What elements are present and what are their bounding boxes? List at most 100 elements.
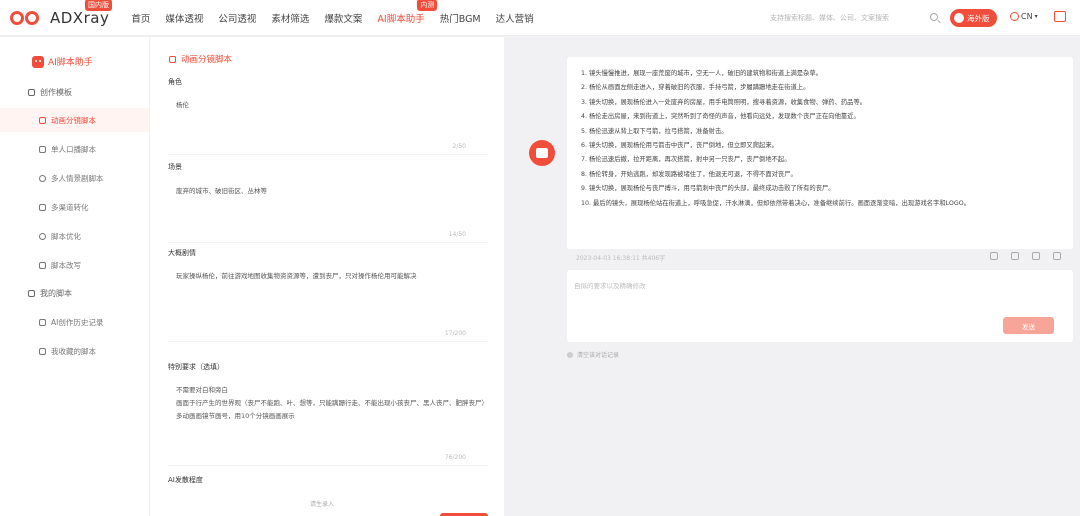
response-actions [990, 252, 1061, 260]
form-title-label: 动画分镜脚本 [181, 55, 233, 65]
ai-avatar [529, 140, 555, 166]
sidebar-item-label: 脚本改写 [51, 260, 81, 270]
clear-label: 清空该对话记录 [577, 352, 620, 359]
sidebar-item[interactable]: 多人情景剧脚本 [0, 166, 149, 190]
nav-item[interactable]: AI脚本助手 内测 [377, 0, 438, 25]
ai-response-bubble: 1. 镜头慢慢推进，展现一座荒废的城市，空无一人，破旧的建筑物和街道上满是杂草。… [567, 57, 1073, 262]
globe-icon [1010, 12, 1019, 21]
share-label: 海外版 [967, 13, 990, 23]
beta-badge: 内测 [417, 0, 438, 11]
chat-input[interactable]: 自拟的要求以及精确修改 发送 [567, 270, 1073, 342]
nav-item[interactable]: 达人营销 [496, 11, 534, 25]
char-counter: 2/50 [452, 143, 466, 150]
group-templates[interactable]: 创作模板 [28, 87, 72, 98]
clear-history-button[interactable]: 清空该对话记录 [567, 350, 619, 359]
template-icon [28, 89, 35, 96]
nav-item[interactable]: 热门BGM [440, 11, 481, 25]
field-label: 角色 [168, 78, 182, 86]
sidebar-title: AI脚本助手 [32, 55, 93, 68]
field-value: 不需要对白和旁白 画面于行产生的世界观（丧尸不能跑、叶、想等，只能蹒跚行走、不能出… [168, 384, 488, 423]
nav-item[interactable]: 公司透视 [218, 11, 256, 25]
overseas-version-button[interactable]: 海外版 [950, 9, 997, 27]
char-counter: 76/200 [444, 454, 466, 461]
group-templates-label: 创作模板 [40, 88, 72, 97]
sidebar-item[interactable]: 动画分镜脚本 [0, 108, 149, 132]
script-line: 10. 最后的镜头，展现杨伦站在街道上，呼吸急促，汗水淋漓，但却依然带着决心，准… [581, 199, 971, 207]
message-icon[interactable] [1054, 11, 1066, 22]
template-item-icon [39, 232, 46, 240]
template-item-icon [39, 116, 46, 124]
logo-mark-icon [10, 8, 44, 28]
sidebar-item[interactable]: 单人口播脚本 [0, 137, 149, 161]
field-value-line: 多动画画镜节画号，用10个分镜画画展示 [176, 412, 295, 420]
language-label: CN [1021, 12, 1033, 21]
nav-item[interactable]: 媒体透视 [165, 11, 203, 25]
history-icon [39, 347, 46, 355]
nav-item[interactable]: 首页 [131, 11, 150, 25]
form-title: 动画分镜脚本 [169, 53, 232, 65]
group-my-scripts[interactable]: 我的脚本 [28, 288, 72, 299]
thumbs-down-icon[interactable] [1053, 252, 1061, 260]
field-label: AI发散程度 [168, 476, 203, 484]
field-textarea[interactable]: 玩家操纵杨伦，前往游戏地图收集物资资源等，遭到丧尸，只对操作杨伦用可能解决 17/… [168, 270, 488, 342]
sidebar-item-label: 多人情景剧脚本 [51, 173, 104, 183]
favorite-icon[interactable] [1011, 252, 1019, 260]
sidebar-item-label: AI创作历史记录 [51, 317, 104, 327]
script-line: 9. 镜头切换，展现杨伦与丧尸搏斗，用弓箭刺中丧尸的头部，最终成功击败了所有的丧… [581, 185, 835, 193]
logo[interactable]: ADXray 国内版 [10, 0, 112, 28]
upload-hint[interactable]: 请生录入 [310, 499, 334, 508]
language-switch[interactable]: CN ▾ [1010, 12, 1038, 21]
char-counter: 14/50 [448, 231, 466, 238]
sidebar: AI脚本助手 创作模板 动画分镜脚本 单人口播脚本 多人情景剧脚本 多渠道转化脚本优化… [0, 37, 149, 516]
region-badge: 国内版 [85, 0, 112, 11]
template-item-icon [39, 174, 46, 182]
field-label: 场景 [168, 163, 182, 171]
sidebar-item-label: 多渠道转化 [51, 202, 89, 212]
template-item-icon [39, 145, 46, 153]
chat-panel: 1. 镜头慢慢推进，展现一座荒废的城市，空无一人，破旧的建筑物和街道上满是杂草。… [510, 37, 1080, 516]
field-label: 特别要求（选填） [168, 363, 224, 371]
send-button[interactable]: 发送 [1003, 317, 1054, 334]
field-value-line: 废弃的城市、破旧街区、丛林等 [176, 187, 267, 195]
field-value-line: 不需要对白和旁白 [176, 386, 228, 394]
field-textarea[interactable]: 杨伦 2/50 [168, 99, 488, 155]
field-value-line: 杨伦 [176, 101, 189, 109]
script-line: 6. 镜头切换，展现杨伦用弓箭击中丧尸，丧尸倒地，但立即又爬起来。 [581, 142, 778, 150]
search-input[interactable]: 支持搜索标题、媒体、公司、文案搜索 [770, 13, 889, 23]
sidebar-item[interactable]: 我收藏的脚本 [0, 339, 149, 363]
field-textarea[interactable]: 不需要对白和旁白 画面于行产生的世界观（丧尸不能跑、叶、想等，只能蹒跚行走、不能出… [168, 384, 488, 466]
script-line: 1. 镜头慢慢推进，展现一座荒废的城市，空无一人，破旧的建筑物和街道上满是杂草。 [581, 70, 822, 77]
field-value: 废弃的城市、破旧街区、丛林等 [168, 185, 488, 198]
thumbs-up-icon[interactable] [1032, 252, 1040, 260]
sidebar-item[interactable]: AI创作历史记录 [0, 310, 149, 334]
sidebar-item-label: 单人口播脚本 [51, 144, 96, 154]
history-icon [39, 318, 46, 326]
sidebar-item[interactable]: 多渠道转化 [0, 195, 149, 219]
sidebar-item[interactable]: 脚本改写 [0, 253, 149, 277]
template-item-icon [39, 261, 46, 269]
share-icon [954, 13, 964, 23]
script-line: 5. 杨伦迅速从背上取下弓箭，拉弓搭箭，准备射击。 [581, 127, 728, 135]
main-nav: 首页 媒体透视 公司透视 素材筛选 爆款文案 AI脚本助手 内测 热门BGM 达人营销 [131, 0, 548, 36]
field-textarea[interactable]: 废弃的城市、破旧街区、丛林等 14/50 [168, 185, 488, 243]
folder-icon [28, 290, 35, 297]
chevron-down-icon: ▾ [1034, 13, 1038, 20]
script-line: 8. 杨伦转身，开始逃跑，却发现路被堵住了，他退无可退，不得不面对丧尸。 [581, 170, 797, 178]
top-bar: ADXray 国内版 首页 媒体透视 公司透视 素材筛选 爆款文案 AI脚本助手 内测 热门B… [0, 0, 1080, 36]
char-counter: 17/200 [444, 330, 466, 337]
field-value-line: 玩家操纵杨伦，前往游戏地图收集物资资源等，遭到丧尸，只对操作杨伦用可能解决 [176, 272, 417, 280]
document-icon [169, 55, 176, 63]
sidebar-item-label: 脚本优化 [51, 231, 81, 241]
robot-icon [32, 55, 44, 68]
script-form: 动画分镜脚本 角色 杨伦 2/50 场景 废弃的城市、破旧街区、丛林等 14/50 大概剧情… [149, 37, 504, 516]
sidebar-item[interactable]: 脚本优化 [0, 224, 149, 248]
nav-item[interactable]: 素材筛选 [271, 11, 309, 25]
group-mine-label: 我的脚本 [40, 289, 72, 298]
search-icon[interactable] [930, 13, 938, 21]
field-value: 杨伦 [168, 99, 488, 112]
nav-item[interactable]: 爆款文案 [324, 11, 362, 25]
copy-icon[interactable] [990, 252, 998, 260]
brand-name: ADXray [50, 8, 110, 27]
template-item-icon [39, 203, 46, 211]
sidebar-item-label: 动画分镜脚本 [51, 115, 96, 125]
